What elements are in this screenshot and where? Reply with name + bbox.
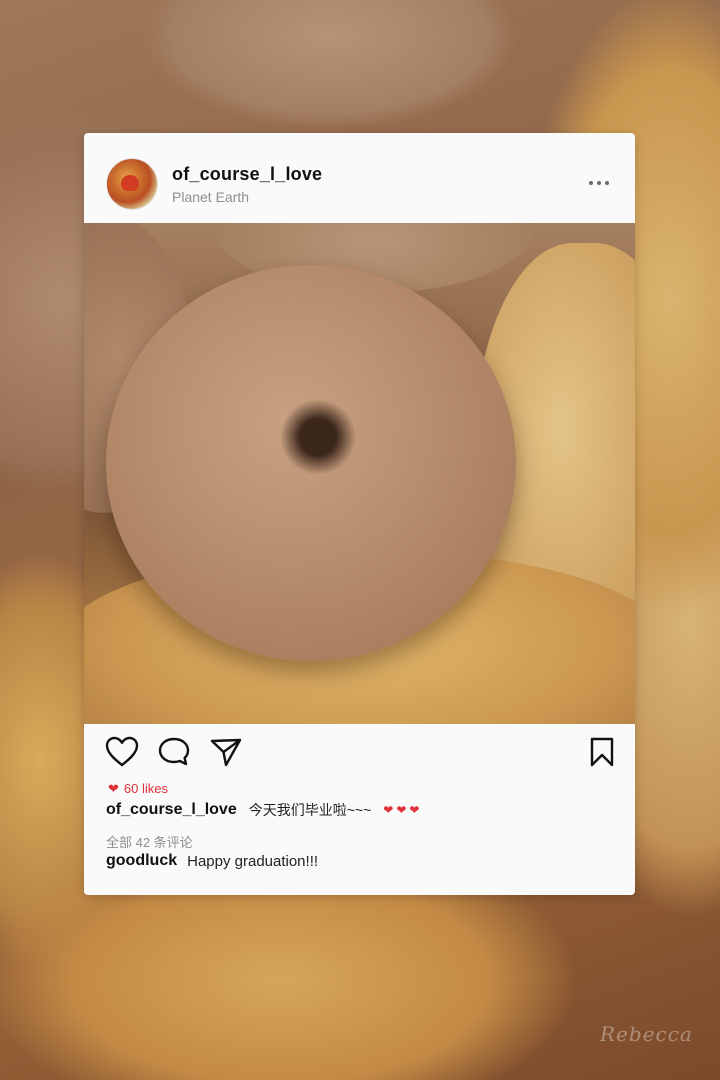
heart-icon [105,736,139,767]
post-header: of_course_l_love Planet Earth [84,133,635,223]
caption-text: 今天我们毕业啦~~~ [248,802,372,818]
post-card: of_course_l_love Planet Earth ❤ 60 likes… [84,133,635,895]
post-username[interactable]: of_course_l_love [172,164,322,185]
post-location[interactable]: Planet Earth [172,189,249,205]
like-button[interactable] [104,734,140,770]
view-all-comments-link[interactable]: 全部 42 条评论 [106,832,193,851]
likes-count: 60 likes [123,780,168,796]
save-button[interactable] [584,734,620,770]
likes-row[interactable]: ❤ 60 likes [108,779,168,797]
caption: of_course_l_love 今天我们毕业啦~~~ ❤❤❤ [106,800,422,820]
caption-hearts: ❤❤❤ [383,803,423,817]
caption-username[interactable]: of_course_l_love [106,801,237,819]
heart-icon: ❤ [108,780,119,796]
comment-text: Happy graduation!!! [187,852,319,870]
watermark: Rebecca [600,1022,693,1046]
post-actions [84,724,635,784]
comment-username[interactable]: goodluck [106,852,177,870]
more-dots-icon [584,173,614,193]
post-image[interactable] [84,223,635,724]
share-button[interactable] [208,734,244,770]
more-options-button[interactable] [584,173,614,193]
bookmark-icon [590,737,614,767]
comment-button[interactable] [156,734,192,770]
avatar[interactable] [106,158,158,210]
comment-row: goodluck Happy graduation!!! [106,852,318,870]
send-icon [210,738,242,767]
comment-icon [158,737,190,766]
